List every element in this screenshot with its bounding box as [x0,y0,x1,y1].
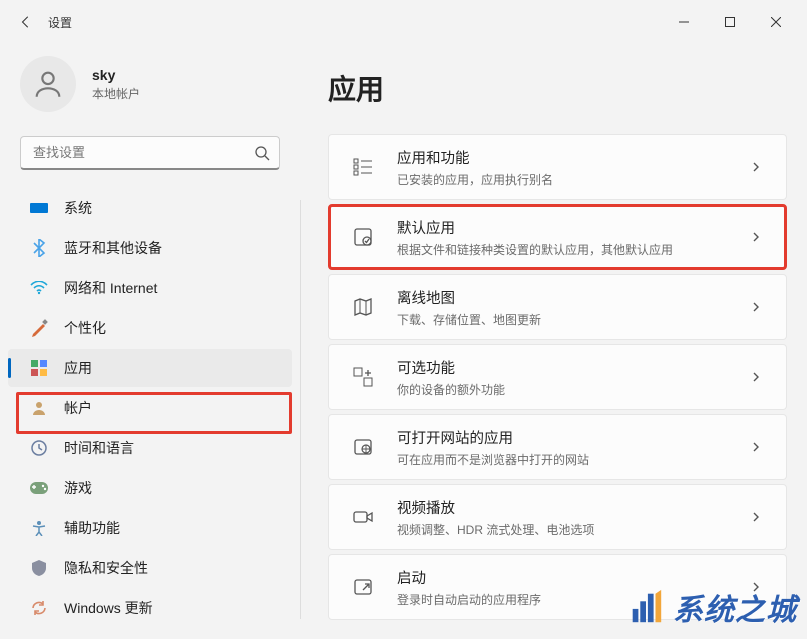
startup-icon [351,575,375,599]
card-subtitle: 已安装的应用，应用执行别名 [397,171,750,188]
card-offline-maps[interactable]: 离线地图 下载、存储位置、地图更新 [328,274,787,340]
sidebar-item-apps[interactable]: 应用 [8,349,292,387]
avatar [20,56,76,112]
default-apps-icon [351,225,375,249]
watermark-text: 系统之城 [673,585,797,629]
system-icon [30,199,48,217]
sidebar-item-update[interactable]: Windows 更新 [8,589,292,627]
sidebar-item-label: 隐私和安全性 [64,558,148,578]
sidebar-item-personalize[interactable]: 个性化 [8,309,292,347]
chevron-right-icon [750,440,764,454]
accessibility-icon [30,519,48,537]
chevron-right-icon [750,230,764,244]
sidebar-item-label: Windows 更新 [64,598,153,618]
watermark-logo-icon [627,588,665,626]
website-apps-icon [351,435,375,459]
gaming-icon [30,479,48,497]
sidebar-item-label: 蓝牙和其他设备 [64,238,162,258]
card-subtitle: 下载、存储位置、地图更新 [397,311,750,328]
sidebar-item-label: 游戏 [64,478,92,498]
bluetooth-icon [30,239,48,257]
time-icon [30,439,48,457]
card-title: 默认应用 [397,217,750,238]
card-subtitle: 根据文件和链接种类设置的默认应用，其他默认应用 [397,241,750,258]
sidebar-item-system[interactable]: 系统 [8,189,292,227]
card-default-apps[interactable]: 默认应用 根据文件和链接种类设置的默认应用，其他默认应用 [328,204,787,270]
sidebar-item-network[interactable]: 网络和 Internet [8,269,292,307]
sidebar-item-bluetooth[interactable]: 蓝牙和其他设备 [8,229,292,267]
sidebar-item-time[interactable]: 时间和语言 [8,429,292,467]
sidebar-item-label: 应用 [64,358,92,378]
card-website-apps[interactable]: 可打开网站的应用 可在应用而不是浏览器中打开的网站 [328,414,787,480]
maximize-button[interactable] [707,6,753,38]
sidebar-item-label: 系统 [64,198,92,218]
sidebar-item-accessibility[interactable]: 辅助功能 [8,509,292,547]
page-title: 应用 [328,68,787,108]
watermark: 系统之城 [627,585,797,629]
card-subtitle: 视频调整、HDR 流式处理、电池选项 [397,521,750,538]
personalize-icon [30,319,48,337]
sidebar-item-label: 网络和 Internet [64,278,157,298]
back-button[interactable] [8,4,44,40]
card-title: 应用和功能 [397,147,750,168]
sidebar-item-label: 辅助功能 [64,518,120,538]
chevron-right-icon [750,160,764,174]
sidebar-item-label: 时间和语言 [64,438,134,458]
card-title: 可选功能 [397,357,750,378]
search-input[interactable] [20,136,280,170]
card-title: 可打开网站的应用 [397,427,750,448]
card-subtitle: 你的设备的额外功能 [397,381,750,398]
card-subtitle: 可在应用而不是浏览器中打开的网站 [397,451,750,468]
chevron-right-icon [750,300,764,314]
card-video-playback[interactable]: 视频播放 视频调整、HDR 流式处理、电池选项 [328,484,787,550]
card-title: 视频播放 [397,497,750,518]
update-icon [30,599,48,617]
sidebar-item-account[interactable]: 帐户 [8,389,292,427]
vertical-separator [300,200,301,619]
sidebar-item-gaming[interactable]: 游戏 [8,469,292,507]
user-block[interactable]: sky 本地帐户 [0,48,300,130]
chevron-right-icon [750,370,764,384]
user-name: sky [92,67,140,83]
video-playback-icon [351,505,375,529]
chevron-right-icon [750,510,764,524]
apps-icon [30,359,48,377]
card-optional-features[interactable]: 可选功能 你的设备的额外功能 [328,344,787,410]
sidebar-item-label: 帐户 [64,398,92,418]
network-icon [30,279,48,297]
card-apps-features[interactable]: 应用和功能 已安装的应用，应用执行别名 [328,134,787,200]
account-icon [30,399,48,417]
user-subtitle: 本地帐户 [92,85,140,102]
close-button[interactable] [753,6,799,38]
optional-features-icon [351,365,375,389]
sidebar-item-privacy[interactable]: 隐私和安全性 [8,549,292,587]
window-title: 设置 [48,14,72,31]
card-title: 离线地图 [397,287,750,308]
apps-features-icon [351,155,375,179]
privacy-icon [30,559,48,577]
search-icon [254,145,270,161]
sidebar-item-label: 个性化 [64,318,106,338]
minimize-button[interactable] [661,6,707,38]
offline-maps-icon [351,295,375,319]
